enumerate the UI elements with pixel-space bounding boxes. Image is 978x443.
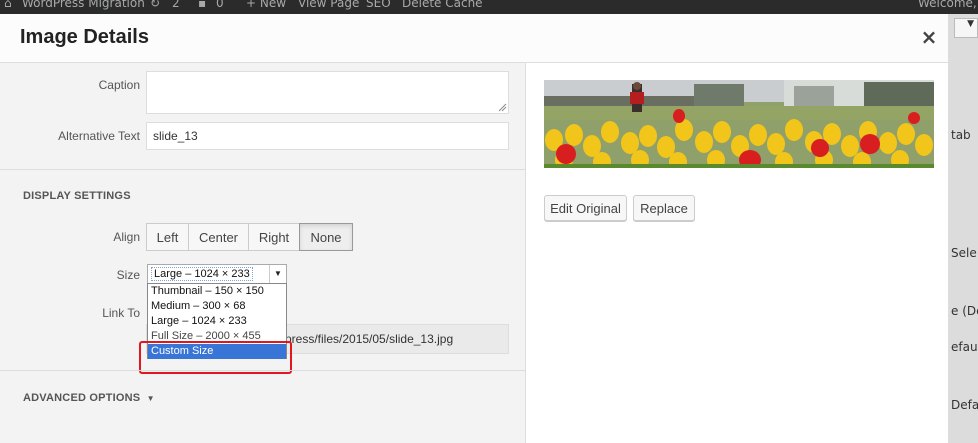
background-page: ▼ tab Sele e (De efau Defa (948, 14, 978, 443)
site-name-link[interactable]: WordPress Migration (22, 0, 145, 10)
caption-textarea[interactable] (146, 71, 509, 114)
link-to-label: Link To (102, 306, 140, 320)
delete-cache-link[interactable]: Delete Cache (402, 0, 483, 10)
background-select-arrow-icon: ▼ (967, 19, 974, 29)
advanced-options-toggle[interactable]: ADVANCED OPTIONS ▼ (23, 392, 155, 404)
align-none-button[interactable]: None (299, 223, 353, 251)
background-text: efau (951, 340, 978, 354)
align-center-button[interactable]: Center (188, 223, 249, 251)
size-option-medium[interactable]: Medium – 300 × 68 (148, 299, 286, 314)
alt-text-label: Alternative Text (58, 129, 140, 143)
link-url-value: press/files/2015/05/slide_13.jpg (285, 332, 454, 346)
triangle-down-icon: ▼ (146, 394, 155, 403)
align-right-button[interactable]: Right (248, 223, 300, 251)
image-details-modal: Image Details × Caption Alternative Text… (0, 14, 948, 443)
divider (0, 370, 525, 371)
modal-header: Image Details × (0, 14, 948, 63)
size-label: Size (116, 268, 140, 282)
updates-icon[interactable]: ↻ (150, 0, 160, 10)
align-button-group: Left Center Right None (146, 223, 353, 251)
size-select-value: Large – 1024 × 233 (151, 267, 253, 281)
align-left-button[interactable]: Left (146, 223, 189, 251)
background-text: Defa (951, 398, 978, 412)
view-page-link[interactable]: View Page (298, 0, 359, 10)
replace-button[interactable]: Replace (633, 195, 695, 221)
edit-original-button[interactable]: Edit Original (544, 195, 627, 221)
comments-icon[interactable]: ▪ (198, 0, 206, 10)
caption-label: Caption (98, 78, 140, 92)
seo-link[interactable]: SEO (366, 0, 391, 10)
image-preview-pane: Edit Original Replace (526, 63, 948, 443)
comments-count[interactable]: 0 (216, 0, 224, 10)
image-preview (544, 80, 934, 168)
alt-text-input[interactable]: slide_13 (146, 122, 509, 150)
advanced-options-label: ADVANCED OPTIONS (23, 392, 141, 404)
welcome-text[interactable]: Welcome, (918, 0, 977, 10)
resize-handle-icon[interactable] (497, 102, 507, 112)
updates-count[interactable]: 2 (172, 0, 180, 10)
size-select[interactable]: Large – 1024 × 233 ▼ (147, 264, 287, 284)
admin-bar: ⌂ WordPress Migration ↻ 2 ▪ 0 + New View… (0, 0, 978, 14)
size-option-large[interactable]: Large – 1024 × 233 (148, 314, 286, 329)
display-settings-title: DISPLAY SETTINGS (23, 190, 131, 202)
size-option-thumbnail[interactable]: Thumbnail – 150 × 150 (148, 284, 286, 299)
settings-pane: Caption Alternative Text slide_13 DISPLA… (0, 63, 526, 443)
modal-title: Image Details (20, 26, 149, 48)
close-icon[interactable]: × (918, 26, 940, 48)
background-text: e (De (951, 304, 978, 318)
background-text: Sele (951, 246, 977, 260)
background-text: tab (951, 128, 971, 142)
divider (0, 169, 525, 170)
background-select: ▼ (954, 18, 978, 38)
home-icon[interactable]: ⌂ (4, 0, 12, 10)
chevron-down-icon[interactable]: ▼ (269, 265, 286, 283)
align-label: Align (113, 230, 140, 244)
new-link[interactable]: + New (246, 0, 286, 10)
